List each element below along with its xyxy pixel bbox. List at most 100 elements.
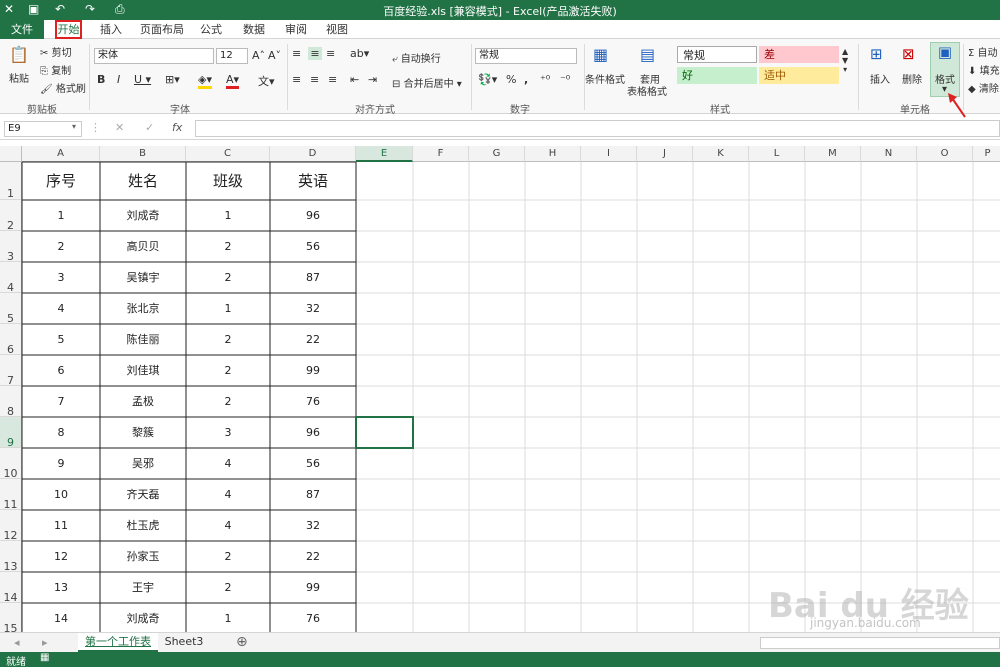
next-sheet-icon[interactable]: ▸	[42, 636, 48, 649]
table-cell[interactable]: 2	[186, 355, 270, 386]
orientation-icon[interactable]: ab▾	[350, 47, 369, 60]
selected-cell-e9[interactable]	[355, 416, 414, 449]
sheet-tab-active[interactable]: 第一个工作表	[78, 633, 158, 652]
underline-icon[interactable]: U ▾	[134, 73, 151, 86]
formula-input[interactable]	[195, 120, 1000, 137]
enter-icon[interactable]: ✓	[145, 121, 154, 134]
prev-sheet-icon[interactable]: ◂	[14, 636, 20, 649]
table-cell[interactable]: 87	[270, 262, 356, 293]
sheet-tab[interactable]: Sheet3	[162, 633, 206, 652]
table-cell[interactable]: 99	[270, 355, 356, 386]
cut-button[interactable]: ✂ 剪切	[40, 44, 72, 59]
table-cell[interactable]: 2	[186, 541, 270, 572]
style-bad[interactable]: 差	[759, 46, 839, 63]
table-cell[interactable]: 8	[22, 417, 100, 448]
currency-icon[interactable]: 💱▾	[478, 73, 497, 86]
table-header-cell[interactable]: 序号	[22, 162, 100, 200]
table-cell[interactable]: 吴邪	[100, 448, 186, 479]
name-box-dropdown-icon[interactable]: ▾	[72, 122, 76, 131]
table-cell[interactable]: 1	[22, 200, 100, 231]
style-neutral[interactable]: 适中	[759, 67, 839, 84]
table-cell[interactable]: 11	[22, 510, 100, 541]
fill-button[interactable]: ⬇ 填充	[968, 62, 1000, 77]
table-cell[interactable]: 4	[22, 293, 100, 324]
insert-cells-button[interactable]: 插入	[870, 71, 890, 86]
tab-page-layout[interactable]: 页面布局	[140, 20, 184, 39]
name-box[interactable]: E9	[4, 121, 82, 137]
decrease-decimal-icon[interactable]: ⁻⁰	[560, 73, 570, 86]
table-cell[interactable]: 张北京	[100, 293, 186, 324]
tab-formulas[interactable]: 公式	[198, 20, 224, 39]
font-size-select[interactable]: 12	[216, 48, 248, 64]
fill-color-icon[interactable]: ◈▾	[198, 73, 212, 89]
paste-button[interactable]: 粘贴	[9, 70, 29, 85]
tab-review[interactable]: 审阅	[283, 20, 309, 39]
bold-icon[interactable]: B	[97, 73, 105, 86]
table-header-cell[interactable]: 班级	[186, 162, 270, 200]
tab-data[interactable]: 数据	[241, 20, 267, 39]
delete-cells-button[interactable]: 删除	[902, 71, 922, 86]
shrink-font-icon[interactable]: A˅	[268, 49, 281, 62]
align-middle-icon[interactable]: ≡	[308, 47, 322, 60]
worksheet-grid[interactable]: ABCDEFGHIJKLMNOP 1 2 3 4 5 6 7 8 9 10 11 12 13 14 15 序…	[0, 146, 1000, 632]
table-cell[interactable]: 99	[270, 572, 356, 603]
table-cell[interactable]: 2	[186, 262, 270, 293]
align-left-icon[interactable]: ≡	[292, 73, 301, 86]
table-cell[interactable]: 5	[22, 324, 100, 355]
table-cell[interactable]: 4	[186, 448, 270, 479]
macro-record-icon[interactable]: ▦	[40, 652, 49, 663]
table-cell[interactable]: 黎簇	[100, 417, 186, 448]
clear-button[interactable]: ◆ 清除	[968, 80, 999, 95]
table-cell[interactable]: 3	[22, 262, 100, 293]
table-cell[interactable]: 王宇	[100, 572, 186, 603]
table-cell[interactable]: 32	[270, 293, 356, 324]
table-cell[interactable]: 87	[270, 479, 356, 510]
table-cell[interactable]: 4	[186, 510, 270, 541]
table-cell[interactable]: 齐天磊	[100, 479, 186, 510]
paste-icon[interactable]: 📋	[9, 45, 29, 64]
tab-view[interactable]: 视图	[324, 20, 350, 39]
autosum-button[interactable]: Σ 自动	[968, 44, 998, 59]
table-cell[interactable]: 1	[186, 293, 270, 324]
table-cell[interactable]: 刘成奇	[100, 200, 186, 231]
table-cell[interactable]: 孙家玉	[100, 541, 186, 572]
table-cell[interactable]: 22	[270, 324, 356, 355]
table-cell[interactable]: 7	[22, 386, 100, 417]
border-icon[interactable]: ⊞▾	[165, 73, 180, 86]
table-cell[interactable]: 高贝贝	[100, 231, 186, 262]
styles-scroll-icon[interactable]: ▲ ▼ ▾	[842, 47, 848, 74]
table-cell[interactable]: 96	[270, 417, 356, 448]
style-good[interactable]: 好	[677, 67, 757, 84]
table-cell[interactable]: 14	[22, 603, 100, 632]
table-cell[interactable]: 3	[186, 417, 270, 448]
align-center-icon[interactable]: ≡	[310, 73, 319, 86]
table-header-cell[interactable]: 英语	[270, 162, 356, 200]
number-format-select[interactable]: 常规	[475, 48, 577, 64]
table-cell[interactable]: 陈佳丽	[100, 324, 186, 355]
table-cell[interactable]: 32	[270, 510, 356, 541]
table-cell[interactable]: 96	[270, 200, 356, 231]
comma-icon[interactable]: ,	[524, 73, 528, 86]
percent-icon[interactable]: %	[506, 73, 516, 86]
increase-indent-icon[interactable]: ⇥	[368, 73, 377, 86]
table-header-cell[interactable]: 姓名	[100, 162, 186, 200]
copy-button[interactable]: ⎘ 复制	[40, 62, 71, 77]
table-cell[interactable]: 吴镇宇	[100, 262, 186, 293]
add-sheet-icon[interactable]: ⊕	[236, 634, 248, 650]
font-name-select[interactable]: 宋体	[94, 48, 214, 64]
table-cell[interactable]: 2	[186, 231, 270, 262]
table-cell[interactable]: 孟极	[100, 386, 186, 417]
table-cell[interactable]: 10	[22, 479, 100, 510]
cancel-icon[interactable]: ✕	[115, 121, 124, 134]
table-cell[interactable]: 1	[186, 603, 270, 632]
font-color-icon[interactable]: A▾	[226, 73, 240, 89]
insert-function-icon[interactable]: fx	[172, 121, 182, 134]
table-cell[interactable]: 9	[22, 448, 100, 479]
tab-file[interactable]: 文件	[0, 20, 44, 39]
conditional-format-icon[interactable]: ▦	[593, 45, 608, 64]
table-cell[interactable]: 13	[22, 572, 100, 603]
table-cell[interactable]: 76	[270, 386, 356, 417]
style-normal[interactable]: 常规	[677, 46, 757, 63]
table-cell[interactable]: 杜玉虎	[100, 510, 186, 541]
horizontal-scrollbar[interactable]	[760, 637, 1000, 649]
